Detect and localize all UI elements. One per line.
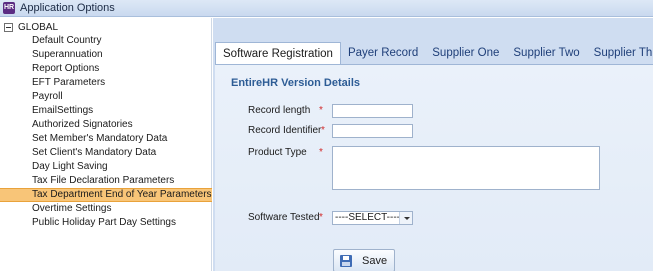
tree-item-day-light-saving[interactable]: Day Light Saving xyxy=(0,160,212,174)
tree-root-label: GLOBAL xyxy=(18,21,59,33)
tree-item-superannuation[interactable]: Superannuation xyxy=(0,48,212,62)
product-type-label: Product Type xyxy=(248,147,307,158)
collapse-icon[interactable] xyxy=(4,22,13,32)
save-button[interactable]: Save xyxy=(333,249,395,271)
tree-item-overtime-settings[interactable]: Overtime Settings xyxy=(0,202,212,216)
window-title: Application Options xyxy=(20,2,115,14)
tree-item-authorized-signatories[interactable]: Authorized Signatories xyxy=(0,118,212,132)
software-tested-value: ----SELECT---- xyxy=(335,212,400,223)
tab-strip: Software Registration Payer Record Suppl… xyxy=(215,42,653,65)
tree-item-tax-file-declaration[interactable]: Tax File Declaration Parameters xyxy=(0,174,212,188)
save-button-label: Save xyxy=(362,254,388,267)
app-icon: HR xyxy=(3,2,15,14)
record-identifier-label: Record Identifier xyxy=(248,125,322,136)
tree-item-clients-mandatory-data[interactable]: Set Client's Mandatory Data xyxy=(0,146,212,160)
product-type-textarea[interactable] xyxy=(332,146,600,190)
options-tree: GLOBAL Default Country Superannuation Re… xyxy=(0,18,212,271)
required-marker: * xyxy=(319,147,323,158)
tree-item-public-holiday[interactable]: Public Holiday Part Day Settings xyxy=(0,216,212,230)
tree-item-eft-parameters[interactable]: EFT Parameters xyxy=(0,76,212,90)
required-marker: * xyxy=(319,212,323,223)
dropdown-arrow-icon[interactable] xyxy=(399,212,412,224)
tree-root-global[interactable]: GLOBAL xyxy=(4,21,58,33)
tree-item-list: Default Country Superannuation Report Op… xyxy=(0,34,212,230)
tab-payer-record[interactable]: Payer Record xyxy=(341,42,425,64)
tab-supplier-two[interactable]: Supplier Two xyxy=(506,42,586,64)
software-registration-panel: EntireHR Version Details Record length *… xyxy=(215,64,653,271)
title-bar: HR Application Options xyxy=(0,0,653,17)
settings-panel: Software Registration Payer Record Suppl… xyxy=(213,18,653,271)
record-length-label: Record length xyxy=(248,105,311,116)
record-identifier-input[interactable] xyxy=(332,124,413,138)
required-marker: * xyxy=(321,125,325,136)
software-tested-select[interactable]: ----SELECT---- xyxy=(332,211,413,225)
tree-item-default-country[interactable]: Default Country xyxy=(0,34,212,48)
tree-item-tax-department-eoy[interactable]: Tax Department End of Year Parameters xyxy=(0,188,212,202)
tab-software-registration[interactable]: Software Registration xyxy=(215,42,341,65)
tree-item-payroll[interactable]: Payroll xyxy=(0,90,212,104)
section-title: EntireHR Version Details xyxy=(231,77,360,89)
tab-supplier-one[interactable]: Supplier One xyxy=(425,42,506,64)
tree-item-email-settings[interactable]: EmailSettings xyxy=(0,104,212,118)
tree-item-report-options[interactable]: Report Options xyxy=(0,62,212,76)
record-length-input[interactable] xyxy=(332,104,413,118)
required-marker: * xyxy=(319,105,323,116)
software-tested-label: Software Tested xyxy=(248,212,320,223)
tab-supplier-three[interactable]: Supplier Three xyxy=(587,42,653,64)
tree-item-members-mandatory-data[interactable]: Set Member's Mandatory Data xyxy=(0,132,212,146)
floppy-disk-icon xyxy=(340,254,352,267)
